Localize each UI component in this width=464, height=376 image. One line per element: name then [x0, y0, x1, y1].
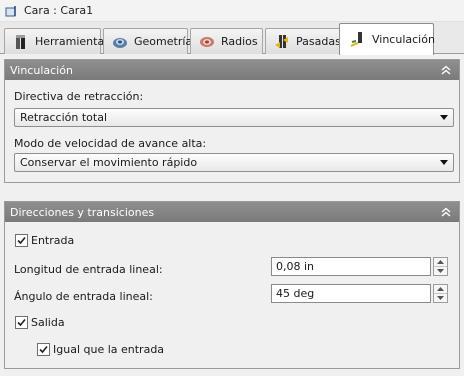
collapse-chevron-up-icon[interactable] — [439, 205, 453, 219]
checkmark-icon — [17, 236, 26, 245]
tab-pasadas[interactable]: Pasadas — [265, 28, 341, 54]
dropdown-arrow-icon — [440, 160, 448, 165]
tab-geometria[interactable]: Geometría — [103, 28, 192, 54]
tab-label: Geometría — [134, 35, 193, 48]
entry-length-label: Longitud de entrada lineal: — [14, 263, 163, 276]
entry-checkbox[interactable] — [15, 234, 28, 247]
exit-checkbox-row[interactable]: Salida — [15, 316, 65, 329]
tab-herramienta[interactable]: Herramienta — [4, 28, 105, 54]
exit-checkbox[interactable] — [15, 316, 28, 329]
transitions-panel-header: Direcciones y transiciones — [5, 202, 459, 222]
spin-up-icon[interactable] — [434, 285, 447, 294]
dropdown-arrow-icon — [440, 115, 448, 120]
entry-angle-label: Ángulo de entrada lineal: — [14, 290, 153, 303]
window-title: Cara : Cara1 — [24, 4, 94, 17]
entry-angle-spinner[interactable] — [433, 284, 448, 303]
panel-title: Vinculación — [10, 63, 73, 77]
collapse-chevron-up-icon[interactable] — [439, 63, 453, 77]
checkmark-icon — [39, 345, 48, 354]
select-value: Retracción total — [20, 111, 107, 124]
spin-up-icon[interactable] — [434, 258, 447, 267]
spin-down-icon[interactable] — [434, 294, 447, 302]
entry-length-spinner[interactable] — [433, 257, 448, 276]
passes-icon — [274, 34, 290, 50]
high-feed-mode-label: Modo de velocidad de avance alta: — [14, 137, 207, 150]
linking-icon — [350, 31, 366, 48]
same-as-entry-checkbox-row[interactable]: Igual que la entrada — [37, 343, 164, 356]
retract-directive-select[interactable]: Retracción total — [14, 108, 454, 127]
exit-label: Salida — [31, 316, 65, 329]
tool-icon — [13, 34, 29, 50]
tab-label: Radios — [221, 35, 258, 48]
linking-panel: Vinculación Directiva de retracción: Ret… — [4, 59, 460, 183]
spin-down-icon[interactable] — [434, 267, 447, 275]
entry-label: Entrada — [31, 234, 75, 247]
entry-checkbox-row[interactable]: Entrada — [15, 234, 74, 247]
entry-length-input[interactable] — [271, 257, 431, 276]
same-as-entry-label: Igual que la entrada — [53, 343, 165, 356]
select-value: Conservar el movimiento rápido — [20, 156, 198, 169]
tab-label: Vinculación — [372, 33, 435, 46]
high-feed-mode-select[interactable]: Conservar el movimiento rápido — [14, 153, 454, 172]
tab-radios[interactable]: Radios — [190, 28, 263, 54]
checkmark-icon — [17, 318, 26, 327]
title-bar: Cara : Cara1 — [0, 0, 464, 22]
same-as-entry-checkbox[interactable] — [37, 343, 50, 356]
transitions-panel: Direcciones y transiciones Entrada Longi… — [4, 201, 460, 369]
geometry-icon — [112, 34, 128, 50]
retract-directive-label: Directiva de retracción: — [14, 90, 144, 103]
radii-icon — [199, 34, 215, 50]
tab-label: Pasadas — [296, 35, 341, 48]
tab-strip: Herramienta Geometría Radios Pasadas Vin… — [0, 22, 464, 55]
tab-label: Herramienta — [35, 35, 105, 48]
entry-angle-input[interactable] — [271, 284, 431, 303]
tab-vinculacion[interactable]: Vinculación — [339, 23, 435, 55]
linking-panel-header: Vinculación — [5, 60, 459, 80]
panel-title: Direcciones y transiciones — [10, 205, 155, 219]
face-feature-icon — [4, 4, 18, 18]
